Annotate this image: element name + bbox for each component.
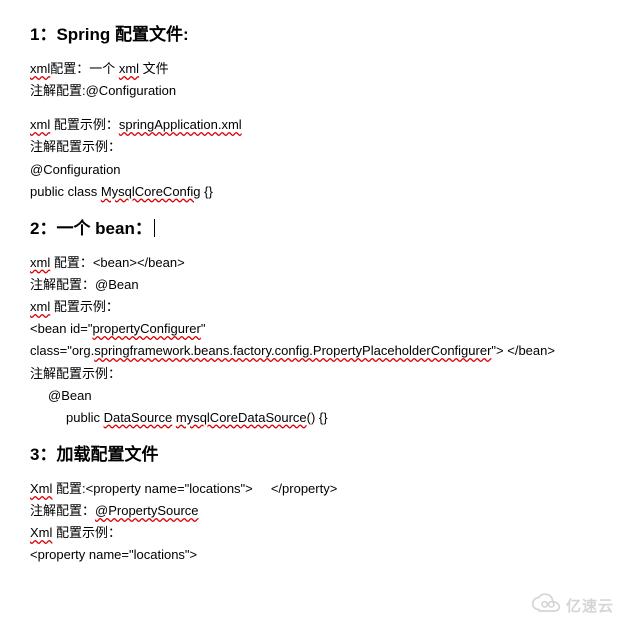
heading-1: 1：Spring 配置文件:: [30, 20, 592, 45]
s1-l3-u2: springApplication.xml: [119, 117, 242, 132]
s3-line-2: 注解配置：@PropertySource: [30, 501, 592, 521]
s3-l1-mid: 配置:: [52, 481, 85, 496]
s2-l4-u: propertyConfigurer: [92, 321, 200, 336]
s2-l5-a: class="org.: [30, 343, 94, 358]
s3-l3-post: 配置示例：: [52, 525, 121, 540]
cloud-icon: [530, 592, 562, 619]
s2-l1-u: xml: [30, 255, 50, 270]
s2-l5-b: "> </bean>: [491, 343, 555, 358]
s1-l1-u2: xml: [119, 61, 139, 76]
watermark: 亿速云: [530, 592, 614, 619]
s1-l1-u1: xml: [30, 61, 50, 76]
s1-l1-mid: 配置：一个: [50, 61, 119, 76]
s2-line-8: public DataSource mysqlCoreDataSource() …: [30, 408, 592, 428]
s2-l3-post: 配置示例：: [50, 299, 119, 314]
s2-l4-b: ": [201, 321, 206, 336]
s3-l2-u: @PropertySource: [95, 503, 199, 518]
s2-l3-u: xml: [30, 299, 50, 314]
watermark-text: 亿速云: [566, 595, 614, 616]
s2-l8-a: public: [66, 410, 104, 425]
s2-l4-a: <bean id=": [30, 321, 92, 336]
heading-2: 2：一个 bean：: [30, 214, 592, 239]
s1-l1-post: 文件: [139, 61, 169, 76]
s1-line-5: @Configuration: [30, 160, 592, 180]
s3-l1-code-a: <property name="locations">: [86, 481, 253, 496]
s2-line-1: xml 配置：<bean></bean>: [30, 253, 592, 273]
s1-line-1: xml配置：一个 xml 文件: [30, 59, 592, 79]
s1-l6-u: MysqlCoreConfig: [101, 184, 201, 199]
s3-line-4: <property name="locations">: [30, 545, 592, 565]
s1-l3-mid: 配置示例：: [50, 117, 119, 132]
s3-l1-code-b: </property>: [271, 481, 338, 496]
s1-l3-u1: xml: [30, 117, 50, 132]
s2-line-6: 注解配置示例：: [30, 364, 592, 384]
s2-l5-u: springframework.beans.factory.config.Pro…: [94, 343, 491, 358]
s3-line-1: Xml 配置:<property name="locations"> </pro…: [30, 479, 592, 499]
text-cursor: [154, 219, 155, 237]
s1-line-3: xml 配置示例：springApplication.xml: [30, 115, 592, 135]
s2-l1-mid: 配置：: [50, 255, 93, 270]
heading-3: 3：加载配置文件: [30, 440, 592, 465]
h2-text: 2：一个 bean：: [30, 219, 152, 238]
s1-line-6: public class MysqlCoreConfig {}: [30, 182, 592, 202]
s2-line-7: @Bean: [30, 386, 592, 406]
s3-line-3: Xml 配置示例：: [30, 523, 592, 543]
s1-l6-pre: public class: [30, 184, 101, 199]
s2-l8-c: () {}: [307, 410, 328, 425]
s1-l6-post: {}: [201, 184, 213, 199]
s2-line-5: class="org.springframework.beans.factory…: [30, 341, 592, 361]
s2-line-3: xml 配置示例：: [30, 297, 592, 317]
s1-line-4: 注解配置示例：: [30, 137, 592, 157]
s2-line-4: <bean id="propertyConfigurer": [30, 319, 592, 339]
s2-l8-u1: DataSource: [104, 410, 173, 425]
s1-line-2: 注解配置:@Configuration: [30, 81, 592, 101]
s2-line-2: 注解配置：@Bean: [30, 275, 592, 295]
s3-l1-u: Xml: [30, 481, 52, 496]
s3-l3-u: Xml: [30, 525, 52, 540]
s2-l8-u2: mysqlCoreDataSource: [176, 410, 307, 425]
s2-l1-code: <bean></bean>: [93, 255, 185, 270]
s3-l2-a: 注解配置：: [30, 503, 95, 518]
document-content: 1：Spring 配置文件: xml配置：一个 xml 文件 注解配置:@Con…: [0, 0, 622, 566]
